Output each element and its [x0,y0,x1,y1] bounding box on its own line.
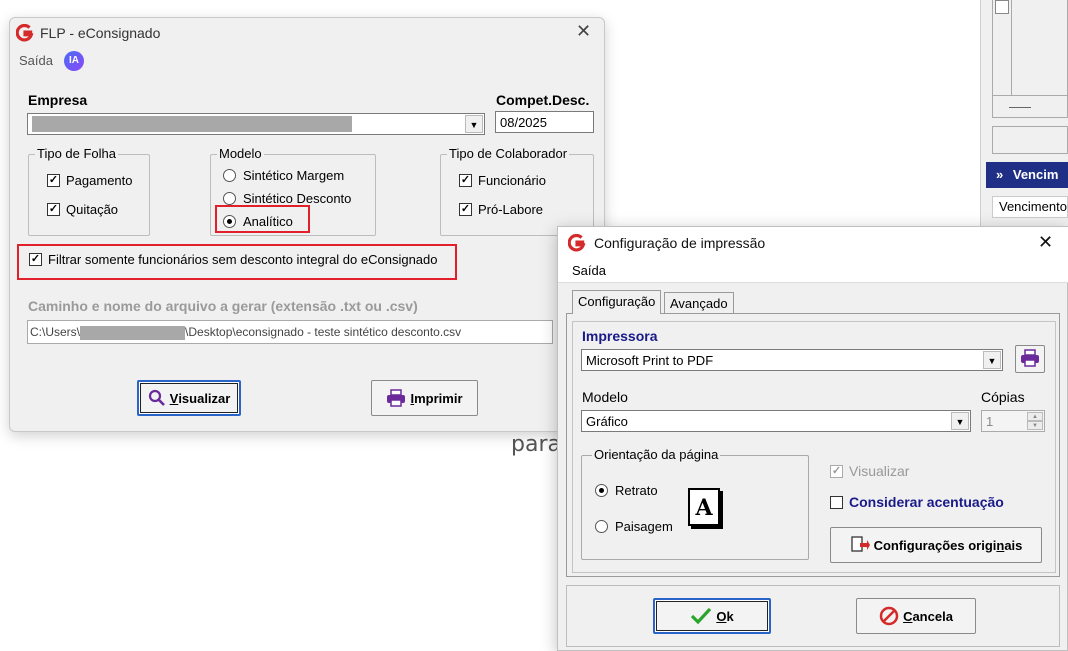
tab-configuracao[interactable]: Configuração [572,290,662,314]
radio-sintetico-desconto[interactable]: Sintético Desconto [223,191,351,206]
portrait-page-icon: A [688,488,720,526]
app-logo-icon [16,24,34,42]
background-field [992,126,1068,154]
reset-document-icon [850,536,870,554]
dialog-title: Configuração de impressão [594,235,766,251]
file-path-input[interactable]: C:\Users\ \Desktop\econsignado - teste si… [27,320,553,344]
configuracoes-originais-button[interactable]: Configurações origi n ais [830,527,1042,563]
printer-icon [386,389,406,407]
chevron-down-icon[interactable]: ▼ [983,351,1001,369]
checkmark-icon: ✓ [459,174,472,187]
checkbox-visualizar[interactable]: ✓ Visualizar [830,463,909,479]
copias-value: 1 [986,414,994,429]
cancela-button[interactable]: Cancela [856,598,976,634]
orientacao-title: Orientação da página [592,447,721,462]
print-config-dialog: Configuração de impressão ✕ Saída Config… [557,226,1068,651]
window-title: FLP - eConsignado [40,25,161,41]
checkbox-considerar-acentuacao[interactable]: Considerar acentuação [830,494,1004,510]
caminho-label: Caminho e nome do arquivo a gerar (exten… [28,298,418,314]
checkbox-pro-labore[interactable]: ✓ Pró-Labore [459,202,543,217]
redacted-value [32,116,352,132]
dialog-menubar: Saída [558,259,1068,283]
printer-icon [1020,348,1040,370]
checkbox-label: Quitação [66,202,119,217]
spin-down-icon[interactable]: ▼ [1027,421,1043,430]
checkbox-label: Considerar acentuação [849,494,1004,510]
tab-avancado[interactable]: Avançado [664,292,734,314]
spin-up-icon[interactable]: ▲ [1027,412,1043,421]
highlight-analitico [215,205,310,233]
compet-desc-input[interactable]: 08/2025 [495,111,594,133]
background-section-header[interactable]: » Vencim [986,162,1068,188]
checkbox-label: Funcionário [478,173,546,188]
visualizar-button[interactable]: Visualizar [137,380,241,416]
magnifier-icon [148,389,166,407]
menu-saida[interactable]: Saída [572,263,606,278]
highlight-filtrar [17,244,457,280]
impressora-select[interactable]: Microsoft Print to PDF ▼ [581,349,1003,371]
modelo-title: Modelo [217,146,264,161]
chevron-down-icon[interactable]: ▼ [465,115,483,133]
background-column-header: Vencimento [992,196,1068,218]
redacted-username [80,325,186,340]
dialog-footer [566,585,1060,647]
modelo-value: Gráfico [586,414,628,429]
checkmark-icon: ✓ [459,203,472,216]
checkmark-icon [690,607,712,625]
checkbox-funcionario[interactable]: ✓ Funcionário [459,173,546,188]
tipo-folha-group: Tipo de Folha [28,146,150,236]
radio-label: Sintético Margem [243,168,345,183]
tipo-colaborador-title: Tipo de Colaborador [447,146,570,161]
background-text: para [511,432,561,457]
impressora-label: Impressora [582,328,658,344]
checkmark-icon: ✓ [47,203,60,216]
background-grid-box [992,0,1068,118]
app-logo-icon [568,234,586,252]
imprimir-button[interactable]: Imprimir [371,380,478,416]
checkbox-quitacao[interactable]: ✓ Quitação [47,202,118,217]
printer-setup-button[interactable] [1015,345,1045,373]
modelo-select[interactable]: Gráfico ▼ [581,410,971,432]
checkbox-pagamento[interactable]: ✓ Pagamento [47,173,133,188]
chevron-down-icon[interactable]: ▼ [951,412,969,430]
checkmark-icon: ✓ [830,464,843,478]
radio-sintetico-margem[interactable]: Sintético Margem [223,168,344,183]
checkbox-label: Pró-Labore [478,202,544,217]
checkmark-icon: ✓ [47,174,60,187]
radio-label: Retrato [615,483,658,498]
cancel-icon [879,606,899,626]
empresa-label: Empresa [28,92,88,108]
compet-desc-label: Compet.Desc. [496,92,590,108]
radio-label: Paisagem [615,519,673,534]
menu-saida[interactable]: Saída [19,53,53,68]
dialog-titlebar: Configuração de impressão ✕ [558,227,1068,259]
double-chevron-down-icon: » [996,167,1004,182]
ia-assistant-icon[interactable]: IA [64,51,84,71]
ok-button[interactable]: Ok [653,598,771,634]
empresa-select[interactable]: ▼ [27,113,485,135]
section-header-label: Vencim [1012,167,1059,182]
modelo-label: Modelo [582,389,628,405]
copias-spinner[interactable]: 1 ▲ ▼ [981,410,1045,432]
checkbox-label: Visualizar [849,463,910,479]
tipo-folha-title: Tipo de Folha [35,146,119,161]
tipo-colaborador-group: Tipo de Colaborador [440,146,594,236]
radio-retrato[interactable]: Retrato [595,483,658,498]
checkbox-label: Pagamento [66,173,133,188]
close-icon[interactable]: ✕ [576,21,591,42]
impressora-value: Microsoft Print to PDF [586,353,714,368]
background-checkbox [995,0,1009,14]
close-icon[interactable]: ✕ [1038,232,1053,253]
econsignado-window: FLP - eConsignado ✕ Saída IA Empresa Com… [9,17,605,432]
radio-label: Sintético Desconto [243,191,352,206]
copias-label: Cópias [981,389,1025,405]
radio-paisagem[interactable]: Paisagem [595,519,673,534]
